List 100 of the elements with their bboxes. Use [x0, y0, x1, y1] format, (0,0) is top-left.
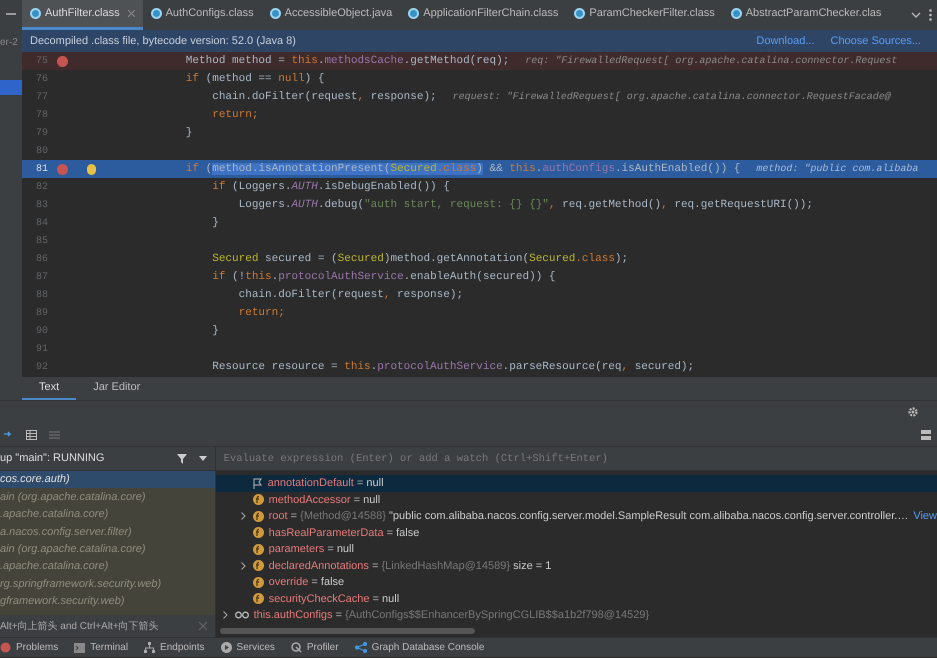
- code-line: if (Loggers.AUTH.isDebugEnabled()) {: [211, 180, 450, 195]
- stack-frame[interactable]: cos.core.auth): [0, 471, 215, 488]
- editor-tab[interactable]: ParamCheckerFilter.class: [566, 0, 723, 30]
- inline-debug-value: request: "FirewalledRequest[ org.apache.catalina.connector.RequestFacade@: [452, 90, 891, 104]
- code-line: if (!this.protocolAuthService.enableAuth(secured)) {: [211, 270, 556, 285]
- tool-window-button[interactable]: Problems: [16, 640, 58, 655]
- stack-frame[interactable]: .apache.catalina.core): [0, 558, 215, 576]
- expand-icon[interactable]: [241, 562, 246, 570]
- stack-frame[interactable]: rg.springframework.security.web): [0, 575, 215, 593]
- thread-label: up "main": RUNNING: [0, 451, 106, 466]
- bulb-icon[interactable]: [86, 164, 96, 174]
- line-number: 87: [34, 270, 48, 284]
- line-number: 82: [34, 180, 48, 194]
- variable-row[interactable]: annotationDefault = null: [216, 475, 937, 492]
- tool-window-button[interactable]: Graph Database Console: [372, 640, 484, 655]
- tool-window-button[interactable]: Services: [236, 640, 275, 655]
- stack-frame[interactable]: ain (org.apache.catalina.core): [0, 540, 215, 558]
- class-icon: [150, 8, 162, 19]
- line-number: 90: [34, 324, 48, 338]
- code-line: chain.doFilter(request, response);: [238, 288, 464, 303]
- variable-text: declaredAnnotations = {LinkedHashMap@14589} size = 1: [268, 558, 552, 574]
- variable-text: annotationDefault = null: [268, 476, 384, 491]
- variable-text: override = false: [268, 575, 344, 590]
- class-icon: [408, 8, 420, 19]
- error-icon: [0, 642, 11, 653]
- code-line: }: [211, 216, 219, 231]
- editor-mode-tab[interactable]: Jar Editor: [76, 377, 158, 400]
- tool-window-button[interactable]: Profiler: [306, 640, 339, 655]
- line-number: 77: [34, 90, 48, 104]
- table-icon[interactable]: [26, 430, 37, 440]
- expand-icon[interactable]: [223, 611, 228, 620]
- scrollbar[interactable]: [220, 628, 475, 634]
- breakpoint-icon[interactable]: [56, 56, 68, 66]
- code-line: if (method.isAnnotationPresent(Secured.class) && this.authConfigs.isAuthEnabled()) {: [184, 162, 740, 177]
- link[interactable]: Choose Sources...: [830, 32, 921, 50]
- variable-text: securityCheckCache = null: [268, 592, 400, 606]
- variable-row[interactable]: securityCheckCache = null: [216, 590, 937, 607]
- line-number: 92: [34, 360, 48, 374]
- line-number: 91: [34, 342, 48, 356]
- evaluate-field[interactable]: Evaluate expression (Enter) or add a watch (Ctrl+Shift+Enter): [216, 447, 937, 471]
- line-number: 76: [34, 72, 48, 86]
- stack-frame[interactable]: .apache.catalina.core): [0, 506, 215, 524]
- editor-tab[interactable]: AuthFilter.class: [22, 0, 143, 30]
- variable-text: parameters = null: [268, 542, 354, 557]
- code-line: }: [184, 126, 192, 141]
- stack-frame[interactable]: a.nacos.config.server.filter): [0, 523, 215, 541]
- sidebar-label: er-2: [0, 36, 18, 50]
- line-number: 88: [34, 288, 48, 302]
- stack-frame[interactable]: gframework.security.web): [0, 592, 215, 610]
- class-icon: [270, 8, 281, 19]
- terminal-icon: [74, 642, 86, 652]
- info-text: Decompiled .class file, bytecode version: 52.0 (Java 8): [30, 34, 297, 49]
- link[interactable]: Download...: [756, 32, 814, 50]
- code-line: }: [211, 324, 219, 339]
- variable-row[interactable]: methodAccessor = null: [216, 492, 937, 508]
- variable-row[interactable]: parameters = null: [216, 541, 937, 558]
- code-line: return;: [238, 306, 285, 321]
- code-line: Method method = this.methodsCache.getMethod(req);: [184, 54, 510, 69]
- variable-row[interactable]: this.authConfigs = {AuthConfigs$$EnhancerBySpringCGLIB$$a1b2f798@14529}: [216, 607, 937, 624]
- inline-debug-value: req: "FirewalledRequest[ org.apache.catalina.connector.Request: [525, 54, 898, 68]
- line-number: 80: [34, 144, 48, 158]
- profiler-icon: [290, 642, 302, 653]
- editor-tab[interactable]: AccessibleObject.java: [262, 0, 400, 30]
- view-link[interactable]: View: [913, 508, 937, 524]
- line-number: 81: [34, 162, 48, 176]
- filter-icon[interactable]: [176, 454, 187, 464]
- layout-icon[interactable]: [921, 430, 931, 440]
- class-icon: [30, 8, 41, 19]
- variable-text: methodAccessor = null: [268, 492, 380, 508]
- code-line: if (method == null) {: [184, 72, 324, 87]
- line-number: 89: [34, 306, 48, 320]
- class-icon: [730, 8, 742, 19]
- line-number: 85: [34, 234, 48, 248]
- variable-row[interactable]: root = {Method@14588} "public com.alibaba.nacos.config.server.model.SampleResult com.alibaba.nacos.config.server.controller.… View: [216, 508, 937, 524]
- line-number: 83: [34, 198, 48, 212]
- variable-row[interactable]: hasRealParameterData = false: [216, 524, 937, 541]
- graph-icon: [354, 642, 367, 653]
- code-line: Resource resource = this.protocolAuthService.parseResource(req, secured);: [211, 360, 694, 375]
- code-line: return;: [211, 108, 258, 123]
- shortcut-hint: Alt+向上箭头 and Ctrl+Alt+向下箭头: [0, 620, 159, 634]
- variable-row[interactable]: override = false: [216, 574, 937, 590]
- variable-row[interactable]: declaredAnnotations = {LinkedHashMap@14589} size = 1: [216, 558, 937, 574]
- variable-text: this.authConfigs = {AuthConfigs$$EnhancerBySpringCGLIB$$a1b2f798@14529}: [254, 608, 650, 623]
- line-number: 79: [34, 126, 48, 140]
- endpoints-icon: [144, 642, 156, 653]
- settings-icon[interactable]: [907, 406, 919, 418]
- inline-debug-value: method: "public com.alibaba: [756, 162, 918, 176]
- code-line: chain.doFilter(request, response);: [211, 90, 437, 105]
- tool-window-button[interactable]: Terminal: [90, 640, 128, 655]
- dropdown-icon[interactable]: [198, 456, 207, 461]
- editor-tab[interactable]: ApplicationFilterChain.class: [400, 0, 566, 30]
- line-number: 78: [34, 108, 48, 122]
- editor-tab[interactable]: AuthConfigs.class: [142, 0, 262, 30]
- tool-window-button[interactable]: Endpoints: [160, 640, 205, 655]
- editor-tab[interactable]: AbstractParamChecker.clas: [722, 0, 890, 30]
- line-number: 86: [34, 252, 48, 266]
- expand-icon[interactable]: [241, 512, 246, 520]
- class-icon: [574, 8, 586, 19]
- stack-frame[interactable]: ain (org.apache.catalina.core): [0, 488, 215, 506]
- play-icon: [220, 642, 232, 653]
